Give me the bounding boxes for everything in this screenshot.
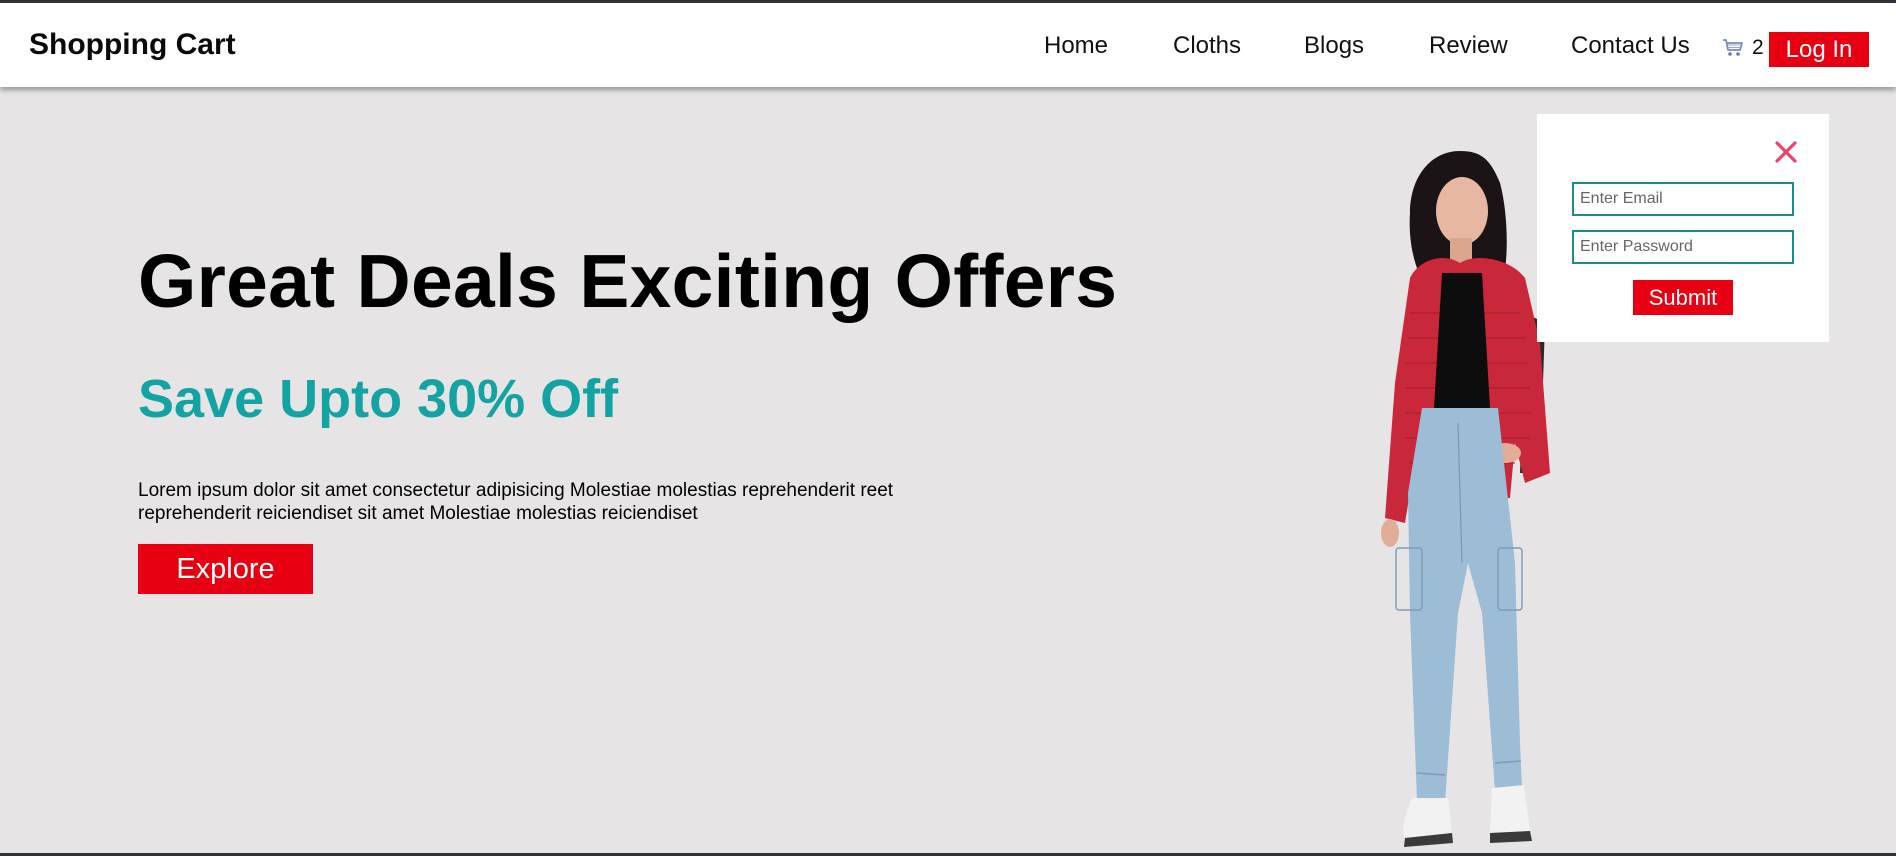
- nav-blogs[interactable]: Blogs: [1304, 32, 1364, 60]
- submit-button[interactable]: Submit: [1633, 280, 1733, 315]
- login-button[interactable]: Log In: [1769, 32, 1869, 67]
- login-modal: Submit: [1537, 114, 1829, 342]
- navbar: Shopping Cart Home Cloths Blogs Review C…: [0, 3, 1896, 87]
- close-icon[interactable]: [1774, 140, 1798, 164]
- email-field[interactable]: [1572, 182, 1794, 216]
- cart-button[interactable]: 2: [1722, 36, 1764, 60]
- hero-title: Great Deals Exciting Offers: [138, 239, 1118, 323]
- page: Shopping Cart Home Cloths Blogs Review C…: [0, 3, 1896, 853]
- nav-review[interactable]: Review: [1429, 32, 1508, 60]
- nav-contact-us[interactable]: Contact Us: [1571, 32, 1690, 60]
- cart-count: 2: [1752, 36, 1764, 59]
- nav-cloths[interactable]: Cloths: [1173, 32, 1241, 60]
- cart-icon: [1722, 38, 1744, 58]
- nav-home[interactable]: Home: [1044, 32, 1108, 60]
- brand-logo[interactable]: Shopping Cart: [29, 28, 236, 62]
- explore-button[interactable]: Explore: [138, 544, 313, 594]
- hero-description: Lorem ipsum dolor sit amet consectetur a…: [138, 480, 894, 524]
- hero-subtitle: Save Upto 30% Off: [138, 369, 619, 429]
- password-field[interactable]: [1572, 230, 1794, 264]
